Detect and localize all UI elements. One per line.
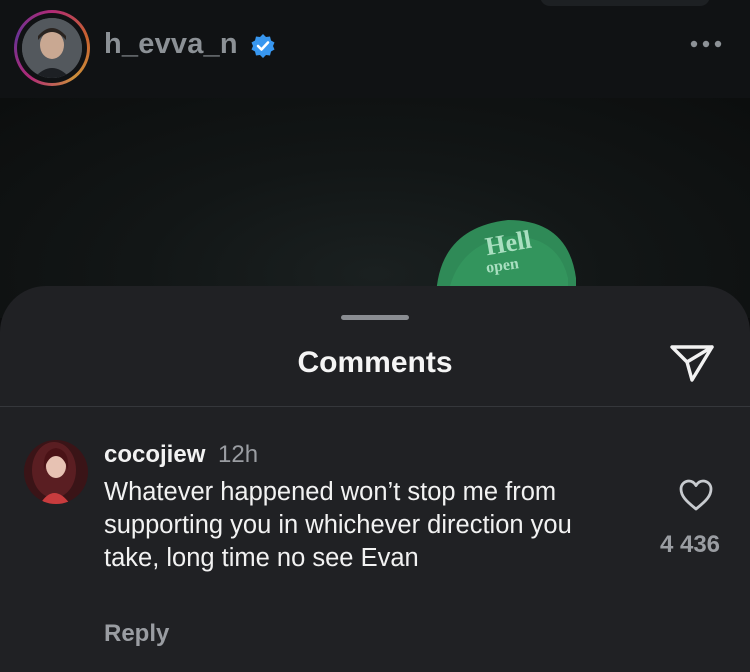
comments-title: Comments [297, 346, 453, 379]
avatar-image [22, 18, 82, 78]
commenter-avatar[interactable] [24, 440, 88, 504]
drag-handle[interactable] [341, 315, 409, 320]
post-username[interactable]: h_evva_n [104, 28, 238, 61]
comment-username[interactable]: cocojiew [104, 441, 205, 469]
screen: h_evva_n Hell open Comments cocojiew 12h… [0, 0, 750, 672]
reply-button[interactable]: Reply [104, 620, 169, 648]
sheet-divider [0, 406, 750, 407]
comment-text: Whatever happened won’t stop me from sup… [104, 478, 572, 572]
post-header: h_evva_n [0, 0, 750, 99]
send-icon[interactable] [668, 342, 716, 384]
more-horizontal-icon[interactable] [688, 34, 724, 54]
verified-badge-icon [251, 34, 275, 58]
heart-icon[interactable] [678, 478, 714, 512]
comments-sheet: Comments cocojiew 12h Whatever happened … [0, 286, 750, 672]
comment-timestamp: 12h [218, 441, 259, 468]
avatar[interactable] [22, 18, 82, 78]
like-count: 4 436 [659, 531, 721, 558]
post-photo[interactable] [0, 98, 750, 318]
status-pill [540, 0, 710, 6]
commenter-avatar-image [24, 440, 88, 504]
